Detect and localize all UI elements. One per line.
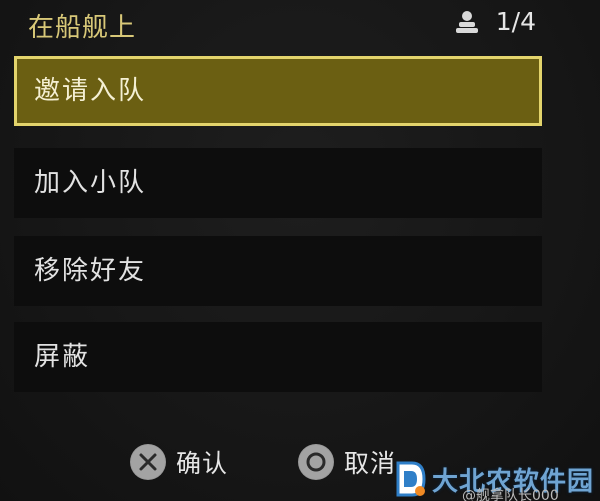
confirm-label: 确认 <box>176 449 229 478</box>
menu-item-block[interactable]: 屏蔽 <box>14 322 542 392</box>
cancel-label: 取消 <box>344 449 397 478</box>
menu-item-remove-friend[interactable]: 移除好友 <box>14 236 542 306</box>
page-title: 在船舰上 <box>28 13 137 43</box>
player-count-area: 1/4 <box>454 7 536 36</box>
circle-button-icon <box>298 444 334 480</box>
cross-button-icon <box>130 444 166 480</box>
confirm-prompt[interactable]: 确认 <box>130 444 228 480</box>
menu-item-invite[interactable]: 邀请入队 <box>14 56 542 126</box>
game-screen: 在船舰上 1/4 邀请入队 加入小队 移除好友 屏蔽 确认 取消 大北农软件园 … <box>0 0 600 501</box>
player-icon <box>454 9 480 35</box>
menu-item-join-squad[interactable]: 加入小队 <box>14 148 542 218</box>
author-credit: @舰拿队长000 <box>462 488 559 501</box>
player-count: 1/4 <box>495 7 536 36</box>
cancel-prompt[interactable]: 取消 <box>298 444 396 480</box>
watermark-logo-icon <box>392 459 428 499</box>
header: 在船舰上 1/4 <box>0 0 600 48</box>
